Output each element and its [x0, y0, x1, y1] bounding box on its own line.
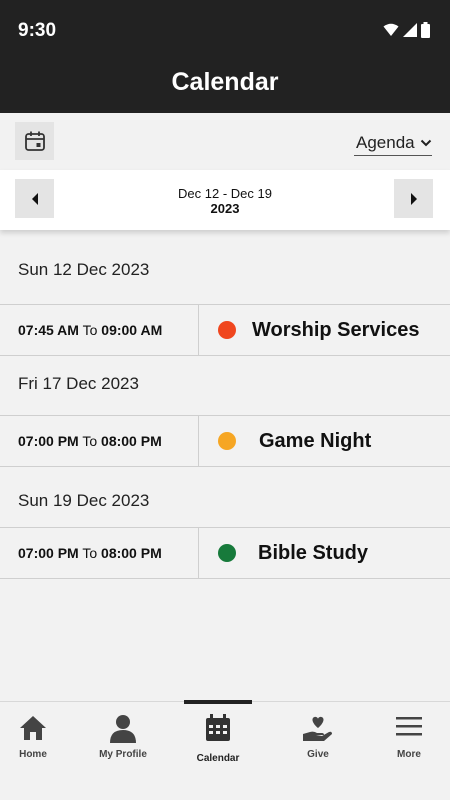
- tab-label: More: [397, 749, 421, 760]
- event-title: Bible Study: [258, 542, 369, 564]
- tab-calendar[interactable]: Calendar: [183, 700, 253, 772]
- divider: [198, 528, 199, 578]
- divider: [198, 416, 199, 466]
- view-mode-select[interactable]: Agenda: [354, 130, 432, 156]
- event-end-time: 08:00 PM: [101, 433, 162, 449]
- date-range-year: 2023: [210, 201, 240, 216]
- day-header: Sun 12 Dec 2023: [18, 260, 150, 279]
- give-icon: [273, 714, 363, 744]
- event-time-range: 07:00 PM To 08:00 PM: [18, 416, 162, 466]
- wifi-icon: [383, 23, 399, 36]
- tab-my-profile[interactable]: My Profile: [78, 702, 168, 772]
- event-end-time: 09:00 AM: [101, 322, 163, 338]
- calendar-toolbar: Agenda: [0, 113, 450, 169]
- status-time: 9:30: [18, 20, 57, 41]
- event-row-worship-services[interactable]: 07:45 AM To 09:00 AM Worship Services: [0, 304, 450, 356]
- tab-home[interactable]: Home: [0, 702, 78, 772]
- calendar-icon: [183, 714, 253, 744]
- date-range-bar: Dec 12 - Dec 19 2023: [0, 170, 450, 230]
- view-mode-value: Agenda: [356, 132, 415, 152]
- event-title: Game Night: [259, 430, 372, 452]
- event-title: Worship Services: [252, 319, 420, 341]
- tab-label: My Profile: [99, 749, 147, 760]
- event-time-range: 07:45 AM To 09:00 AM: [18, 305, 162, 355]
- day-header: Fri 17 Dec 2023: [18, 374, 139, 393]
- chevron-right-icon: [410, 192, 417, 205]
- event-color-dot: [218, 544, 236, 562]
- status-icons: [383, 22, 430, 38]
- tab-more[interactable]: More: [364, 702, 450, 772]
- event-start-time: 07:00 PM: [18, 433, 79, 449]
- date-range-dates: Dec 12 - Dec 19: [178, 186, 272, 201]
- event-time-range: 07:00 PM To 08:00 PM: [18, 528, 162, 578]
- menu-icon: [364, 714, 450, 744]
- chevron-down-icon: [420, 139, 432, 146]
- battery-icon: [421, 22, 430, 38]
- event-time-separator: To: [82, 433, 98, 449]
- date-range-label: Dec 12 - Dec 19 2023: [0, 186, 450, 216]
- tab-label: Give: [307, 749, 329, 760]
- day-header: Sun 19 Dec 2023: [18, 491, 150, 510]
- signal-icon: [403, 23, 417, 37]
- app-header: Calendar: [0, 60, 450, 113]
- tab-label: Home: [19, 749, 47, 760]
- event-row-bible-study[interactable]: 07:00 PM To 08:00 PM Bible Study: [0, 527, 450, 579]
- event-end-time: 08:00 PM: [101, 545, 162, 561]
- tab-give[interactable]: Give: [273, 702, 363, 772]
- event-start-time: 07:45 AM: [18, 322, 79, 338]
- active-tab-indicator: [184, 700, 252, 704]
- event-color-dot: [218, 321, 236, 339]
- status-bar: 9:30: [0, 0, 450, 60]
- event-start-time: 07:00 PM: [18, 545, 79, 561]
- home-icon: [0, 714, 78, 744]
- event-color-dot: [218, 432, 236, 450]
- divider: [198, 305, 199, 355]
- calendar-icon: [24, 131, 45, 151]
- date-picker-button[interactable]: [15, 122, 54, 160]
- next-range-button[interactable]: [394, 179, 433, 218]
- event-row-game-night[interactable]: 07:00 PM To 08:00 PM Game Night: [0, 415, 450, 467]
- page-title: Calendar: [171, 68, 279, 96]
- tab-label: Calendar: [196, 753, 240, 764]
- bottom-tab-bar: Home My Profile Calendar Give More: [0, 700, 450, 800]
- event-time-separator: To: [82, 322, 98, 338]
- event-time-separator: To: [82, 545, 98, 561]
- person-icon: [78, 714, 168, 744]
